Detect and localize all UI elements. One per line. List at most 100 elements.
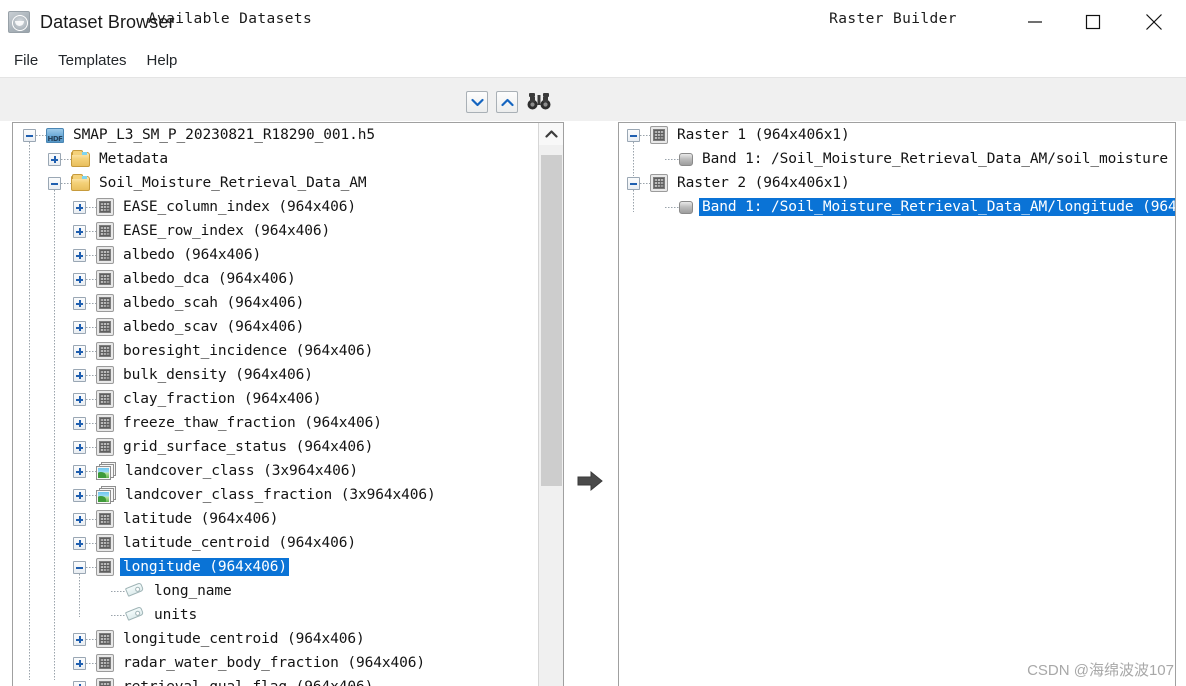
expander-spacer: [98, 585, 111, 598]
raster-builder-panel[interactable]: Raster 1 (964x406x1) Band 1: /Soil_Moistu…: [618, 122, 1176, 686]
raster-icon: [96, 390, 114, 408]
expand-node-icon[interactable]: [73, 320, 86, 334]
tree-row-label: radar_water_body_fraction (964x406): [123, 655, 426, 671]
menu-help[interactable]: Help: [137, 49, 188, 72]
expand-node-icon[interactable]: [73, 296, 86, 310]
expand-node-icon[interactable]: [73, 440, 86, 454]
tree-row[interactable]: freeze_thaw_fraction (964x406): [13, 411, 538, 435]
tree-row[interactable]: boresight_incidence (964x406): [13, 339, 538, 363]
tree-row[interactable]: clay_fraction (964x406): [13, 387, 538, 411]
tree-row[interactable]: latitude (964x406): [13, 507, 538, 531]
expand-node-icon[interactable]: [48, 152, 61, 166]
expand-node-icon[interactable]: [73, 368, 86, 382]
tree-row[interactable]: albedo (964x406): [13, 243, 538, 267]
watermark: CSDN @海绵波波107: [1027, 662, 1174, 679]
tree-row[interactable]: longitude_centroid (964x406): [13, 627, 538, 651]
raster-icon: [96, 222, 114, 240]
tree-connector: [665, 158, 679, 160]
folder-icon: [71, 173, 90, 191]
available-datasets-tree[interactable]: SMAP_L3_SM_P_20230821_R18290_001.h5 Metad…: [13, 123, 538, 686]
expand-node-icon[interactable]: [73, 512, 86, 526]
tree-row[interactable]: EASE_column_index (964x406): [13, 195, 538, 219]
tree-row[interactable]: albedo_dca (964x406): [13, 267, 538, 291]
chevron-up-icon[interactable]: [496, 91, 518, 113]
chevron-down-icon[interactable]: [466, 91, 488, 113]
expand-node-icon[interactable]: [73, 224, 86, 238]
tree-row[interactable]: landcover_class (3x964x406): [13, 459, 538, 483]
tree-row[interactable]: albedo_scah (964x406): [13, 291, 538, 315]
menu-templates[interactable]: Templates: [48, 49, 136, 72]
expand-node-icon[interactable]: [73, 656, 86, 670]
tree-connector: [86, 302, 96, 304]
left-tree-scrollbar[interactable]: [538, 123, 563, 686]
panel-header-strip: [0, 77, 1186, 121]
tree-row[interactable]: long_name: [13, 579, 538, 603]
collapse-node-icon[interactable]: [48, 176, 61, 190]
tree-connector: [86, 494, 96, 496]
scroll-up-icon[interactable]: [539, 123, 563, 145]
expand-node-icon[interactable]: [73, 680, 86, 686]
tree-connector: [86, 206, 96, 208]
tree-row[interactable]: Raster 1 (964x406x1): [619, 123, 1175, 147]
tree-row-label: Soil_Moisture_Retrieval_Data_AM: [99, 175, 367, 191]
tree-row[interactable]: albedo_scav (964x406): [13, 315, 538, 339]
tree-row[interactable]: units: [13, 603, 538, 627]
row-indent: [13, 531, 73, 555]
row-indent: [13, 339, 73, 363]
row-indent: [13, 627, 73, 651]
tree-row[interactable]: grid_surface_status (964x406): [13, 435, 538, 459]
tree-row[interactable]: SMAP_L3_SM_P_20230821_R18290_001.h5: [13, 123, 538, 147]
tree-connector: [111, 590, 125, 592]
tree-row[interactable]: Soil_Moisture_Retrieval_Data_AM: [13, 171, 538, 195]
binoculars-icon[interactable]: [526, 91, 552, 113]
collapse-node-icon[interactable]: [23, 128, 36, 142]
expand-node-icon[interactable]: [73, 536, 86, 550]
tree-row[interactable]: Band 1: /Soil_Moisture_Retrieval_Data_AM…: [619, 195, 1175, 219]
expand-node-icon[interactable]: [73, 272, 86, 286]
image-stack-icon: [96, 462, 116, 480]
raster-icon: [96, 510, 114, 528]
available-datasets-panel[interactable]: SMAP_L3_SM_P_20230821_R18290_001.h5 Metad…: [12, 122, 564, 686]
available-datasets-caption: Available Datasets: [147, 11, 313, 27]
expand-node-icon[interactable]: [73, 392, 86, 406]
tree-row[interactable]: latitude_centroid (964x406): [13, 531, 538, 555]
tree-row-label: long_name: [154, 583, 232, 599]
row-indent: [13, 579, 98, 603]
tree-row[interactable]: Metadata: [13, 147, 538, 171]
scrollbar-thumb[interactable]: [541, 155, 562, 486]
arrow-right-icon[interactable]: [575, 466, 605, 496]
row-indent: [13, 123, 23, 147]
tree-row[interactable]: longitude (964x406): [13, 555, 538, 579]
expand-node-icon[interactable]: [73, 200, 86, 214]
menu-file[interactable]: File: [4, 49, 48, 72]
tree-row[interactable]: radar_water_body_fraction (964x406): [13, 651, 538, 675]
raster-builder-tree[interactable]: Raster 1 (964x406x1) Band 1: /Soil_Moistu…: [619, 123, 1175, 686]
tree-row[interactable]: EASE_row_index (964x406): [13, 219, 538, 243]
tree-row[interactable]: bulk_density (964x406): [13, 363, 538, 387]
tree-row[interactable]: landcover_class_fraction (3x964x406): [13, 483, 538, 507]
expand-node-icon[interactable]: [73, 632, 86, 646]
raster-icon: [96, 270, 114, 288]
collapse-node-icon[interactable]: [627, 176, 640, 190]
tree-row-label: retrieval_qual_flag (964x406): [120, 678, 375, 686]
tree-row[interactable]: Raster 2 (964x406x1): [619, 171, 1175, 195]
expand-node-icon[interactable]: [73, 344, 86, 358]
tree-row[interactable]: retrieval_qual_flag (964x406): [13, 675, 538, 686]
collapse-node-icon[interactable]: [73, 560, 86, 574]
tree-connector: [86, 326, 96, 328]
expand-node-icon[interactable]: [73, 464, 86, 478]
raster-icon: [96, 534, 114, 552]
expand-node-icon[interactable]: [73, 248, 86, 262]
tree-row[interactable]: Band 1: /Soil_Moisture_Retrieval_Data_AM…: [619, 147, 1175, 171]
row-indent: [619, 171, 627, 195]
row-indent: [619, 195, 652, 219]
expand-node-icon[interactable]: [73, 416, 86, 430]
collapse-node-icon[interactable]: [627, 128, 640, 142]
expander-spacer: [652, 201, 665, 214]
tree-row-label: Metadata: [99, 151, 169, 167]
expand-node-icon[interactable]: [73, 488, 86, 502]
tree-connector: [86, 662, 96, 664]
raster-icon: [96, 366, 114, 384]
tree-connector: [86, 470, 96, 472]
raster-icon: [650, 126, 668, 144]
